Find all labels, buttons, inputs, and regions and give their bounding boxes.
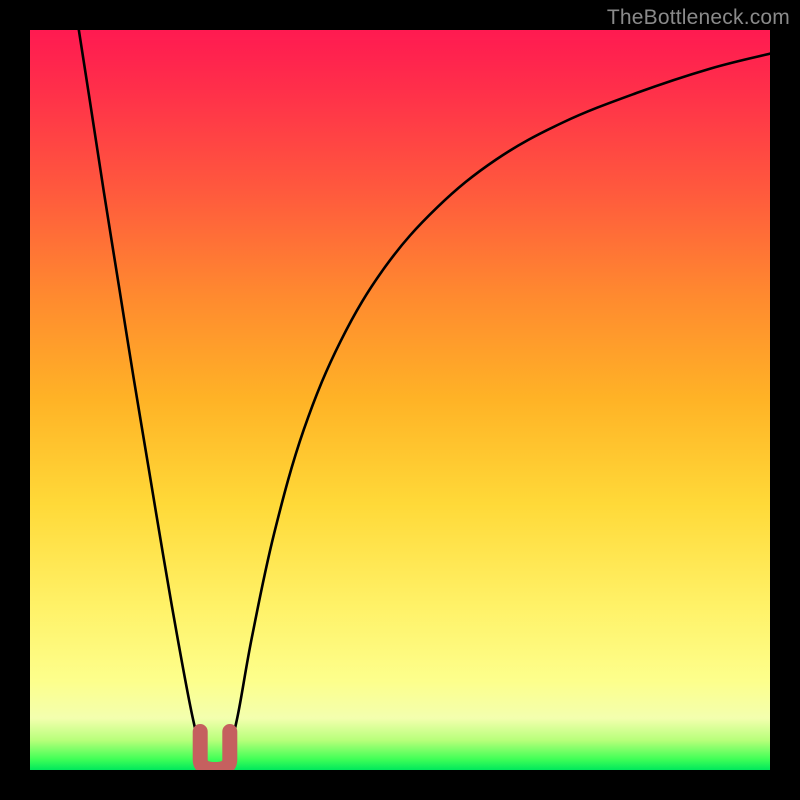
- plot-area: [30, 30, 770, 770]
- watermark-text: TheBottleneck.com: [607, 6, 790, 30]
- valley-marker-layer: [200, 732, 230, 770]
- plot-svg: [30, 30, 770, 770]
- curve-layer: [79, 30, 770, 768]
- valley-marker: [200, 732, 230, 770]
- bottleneck-curve: [79, 30, 770, 768]
- chart-frame: TheBottleneck.com: [0, 0, 800, 800]
